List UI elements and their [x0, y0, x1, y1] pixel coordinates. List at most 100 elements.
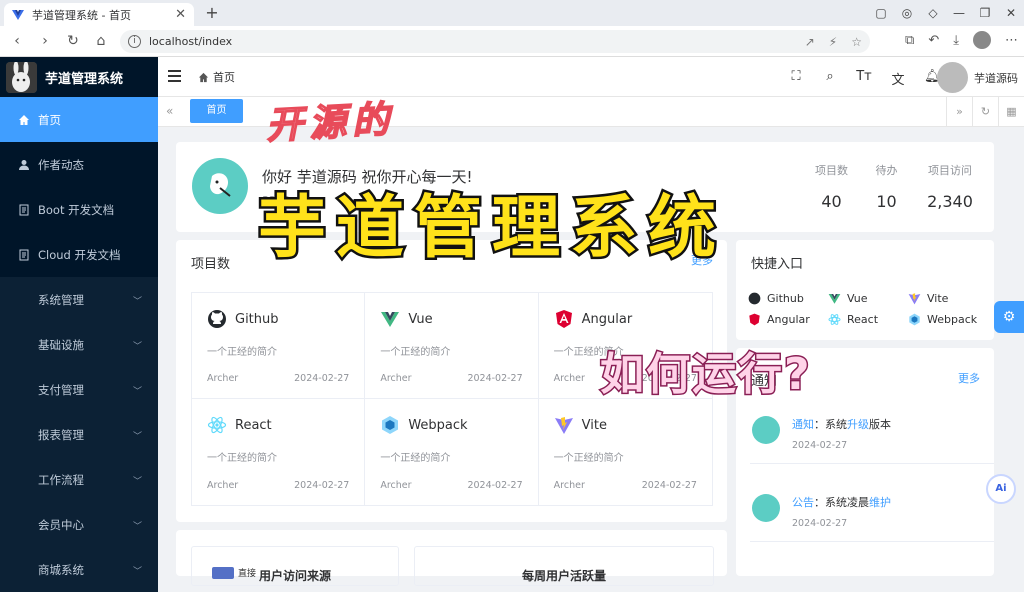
translate-icon[interactable]: 文	[890, 69, 906, 88]
angular-icon	[555, 310, 572, 328]
overlay-caption-question: 如何运行?	[599, 348, 812, 402]
chevron-down-icon: ﹀	[132, 297, 142, 307]
react-icon	[828, 314, 841, 325]
sidebar-item-mall[interactable]: 商城系统 ﹀	[0, 547, 158, 592]
quick-item-angular[interactable]: Angular	[748, 313, 828, 326]
project-name: Webpack	[408, 417, 468, 433]
sidebar-item-label: 基础设施	[38, 337, 84, 352]
card-title: 项目数	[191, 257, 231, 272]
quick-item-github[interactable]: Github	[748, 292, 828, 305]
ai-assistant-button[interactable]: Ai	[986, 474, 1016, 504]
notice-date: 2024-02-27	[792, 440, 848, 451]
github-icon	[208, 310, 226, 328]
project-item[interactable]: Vue 一个正经的简介 Archer 2024-02-27	[365, 293, 539, 399]
scroll-right-icon[interactable]: »	[946, 97, 972, 127]
url-text: localhost/index	[149, 35, 233, 48]
minimize-icon[interactable]: —	[946, 6, 972, 20]
sidebar-item-system[interactable]: 系统管理 ﹀	[0, 277, 158, 322]
quick-label: Vite	[927, 292, 949, 305]
quick-label: Webpack	[927, 313, 978, 326]
notice-text: 通知：系统升级版本	[792, 416, 891, 432]
project-date: 2024-02-27	[467, 373, 523, 384]
sidebar-item-workflow[interactable]: 工作流程 ﹀	[0, 457, 158, 502]
sidebar-item-boot-docs[interactable]: Boot 开发文档	[0, 187, 158, 232]
search-icon[interactable]: ⌕	[822, 69, 838, 88]
profile-avatar[interactable]	[973, 31, 991, 49]
sidebar-item-member[interactable]: 会员中心 ﹀	[0, 502, 158, 547]
notice-keyword: 升级	[847, 418, 869, 431]
reload-icon[interactable]: ↻	[64, 32, 82, 50]
restore-icon[interactable]: ❐	[972, 6, 998, 20]
refresh-icon[interactable]: ↻	[972, 97, 998, 127]
sidebar-item-cloud-docs[interactable]: Cloud 开发文档	[0, 232, 158, 277]
sidebar-item-label: 首页	[38, 112, 61, 127]
project-desc: 一个正经的简介	[553, 453, 624, 464]
notice-text-part: ：系统凌晨	[814, 496, 869, 509]
back-icon[interactable]: ‹	[8, 32, 26, 50]
project-item[interactable]: Webpack 一个正经的简介 Archer 2024-02-27	[365, 399, 539, 505]
header-tools: ⛶ ⌕ Tт 文 🔔︎	[788, 69, 940, 88]
home-browser-icon[interactable]: ⌂	[92, 32, 110, 50]
sidebar-logo[interactable]: 芋道管理系统	[0, 57, 158, 97]
scroll-left-icon[interactable]: «	[166, 104, 173, 118]
extension-puzzle-icon[interactable]: ⧉	[905, 33, 914, 48]
download-icon[interactable]: ⤓	[953, 33, 959, 48]
sidebar-item-pay[interactable]: 支付管理 ﹀	[0, 367, 158, 412]
window-close-icon[interactable]: ✕	[998, 6, 1024, 20]
project-name: Vite	[581, 417, 607, 433]
project-author: Archer	[207, 480, 239, 491]
site-info-icon[interactable]: i	[128, 35, 141, 48]
speed-icon[interactable]: ⚡	[829, 35, 837, 49]
undo-icon[interactable]: ↶	[928, 33, 939, 48]
tag-home[interactable]: 首页	[190, 99, 243, 123]
sidebar-item-label: 报表管理	[38, 427, 84, 442]
sidebar-item-label: 商城系统	[38, 562, 84, 577]
extensions-icon[interactable]: ◇	[920, 6, 946, 20]
share-icon[interactable]: ↗	[805, 35, 815, 49]
vite-icon	[554, 417, 573, 434]
notice-item[interactable]: 公告：系统凌晨维护 2024-02-27	[750, 482, 994, 542]
quick-item-vite[interactable]: Vite	[908, 292, 988, 305]
chevron-down-icon: ﹀	[132, 567, 142, 577]
sidebar-item-home[interactable]: 首页	[0, 97, 158, 142]
quick-item-vue[interactable]: Vue	[828, 292, 908, 305]
sidebar-item-report[interactable]: 报表管理 ﹀	[0, 412, 158, 457]
project-item[interactable]: Vite 一个正经的简介 Archer 2024-02-27	[539, 399, 712, 505]
favorite-star-icon[interactable]: ☆	[851, 35, 862, 49]
collections-icon[interactable]: ◎	[894, 6, 920, 20]
font-size-icon[interactable]: Tт	[856, 69, 872, 88]
sidebar-toggle-icon[interactable]: ▢	[868, 6, 894, 20]
sidebar-item-infra[interactable]: 基础设施 ﹀	[0, 322, 158, 367]
vue-favicon-icon	[12, 9, 24, 20]
avatar	[192, 158, 248, 214]
quick-item-react[interactable]: React	[828, 313, 908, 326]
notice-type: 公告	[792, 496, 814, 509]
forward-icon[interactable]: ›	[36, 32, 54, 50]
sidebar-item-author-news[interactable]: 作者动态	[0, 142, 158, 187]
settings-float-button[interactable]: ⚙	[994, 301, 1024, 333]
hamburger-icon[interactable]	[168, 70, 181, 82]
project-date: 2024-02-27	[467, 480, 523, 491]
fullscreen-icon[interactable]: ⛶	[788, 69, 804, 88]
project-item[interactable]: Github 一个正经的简介 Archer 2024-02-27	[192, 293, 366, 399]
breadcrumb-item[interactable]: 首页	[213, 69, 235, 85]
quick-entry-card: 快捷入口 Github Vue Vite Angular React Webpa…	[736, 240, 994, 340]
grid-icon[interactable]: ▦	[998, 97, 1024, 127]
browser-tab[interactable]: 芋道管理系统 - 首页 ✕	[4, 3, 194, 26]
project-item[interactable]: React 一个正经的简介 Archer 2024-02-27	[192, 399, 366, 505]
more-link[interactable]: 更多	[958, 370, 980, 386]
url-field[interactable]: i localhost/index ↗ ⚡ ☆	[120, 30, 870, 53]
vue-icon	[381, 312, 400, 327]
card-title: 快捷入口	[751, 257, 804, 272]
sidebar-item-label: 会员中心	[38, 517, 84, 532]
user-menu[interactable]: 芋道源码	[937, 62, 1018, 93]
project-name: Github	[235, 311, 279, 327]
notice-item[interactable]: 通知：系统升级版本 2024-02-27	[750, 404, 994, 464]
close-tab-icon[interactable]: ✕	[175, 7, 186, 22]
project-author: Archer	[207, 373, 239, 384]
sidebar-item-label: Boot 开发文档	[38, 202, 115, 217]
new-tab-icon[interactable]: +	[203, 3, 221, 23]
vite-icon	[908, 293, 921, 305]
more-menu-icon[interactable]: ⋯	[1005, 33, 1018, 48]
quick-item-webpack[interactable]: Webpack	[908, 313, 988, 326]
